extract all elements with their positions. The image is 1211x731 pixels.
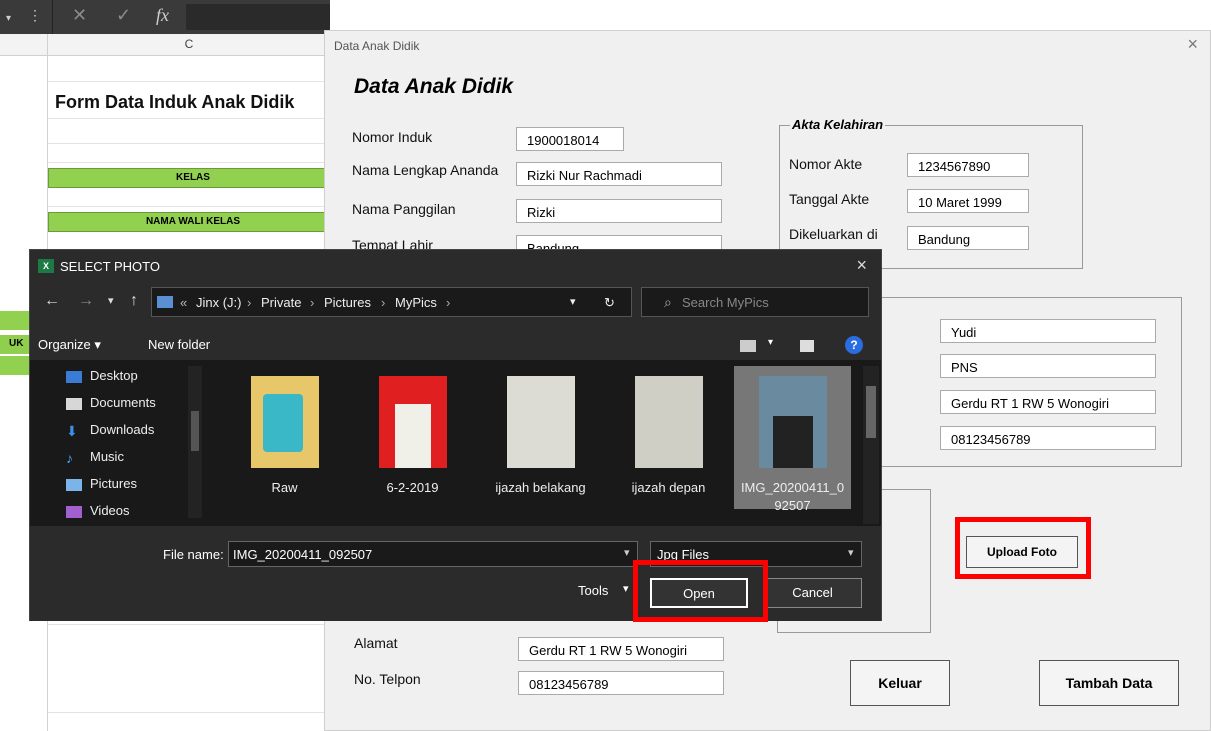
nomor-akte-field[interactable]: 1234567890 xyxy=(907,153,1029,177)
address-bar[interactable]: « Jinx (J:) › Private › Pictures › MyPic… xyxy=(151,287,632,317)
userform-heading: Data Anak Didik xyxy=(354,75,514,98)
help-icon[interactable]: ? xyxy=(845,336,863,354)
nav-downloads[interactable]: ⬇ Downloads xyxy=(66,422,154,438)
up-icon[interactable]: ↑ xyxy=(130,292,138,310)
dikeluarkan-di-field[interactable]: Bandung xyxy=(907,226,1029,250)
tanggal-akte-label: Tanggal Akte xyxy=(789,191,870,207)
kelas-cell[interactable]: KELAS xyxy=(48,168,338,188)
search-icon: ⌕ xyxy=(664,294,672,310)
nomor-induk-field[interactable]: 1900018014 xyxy=(516,127,624,151)
address-dropdown-icon[interactable]: ▾ xyxy=(570,295,576,308)
telpon-label: No. Telpon xyxy=(354,671,421,687)
new-folder-button[interactable]: New folder xyxy=(148,337,210,352)
filter-dropdown-icon[interactable]: ▾ xyxy=(848,546,854,559)
dialog-toolbar: Organize ▾ New folder ▾ ? xyxy=(30,330,881,360)
alamat-field[interactable]: Gerdu RT 1 RW 5 Wonogiri xyxy=(518,637,724,661)
nav-videos[interactable]: Videos xyxy=(66,503,130,518)
tambah-data-button[interactable]: Tambah Data xyxy=(1039,660,1179,706)
dikeluarkan-di-label: Dikeluarkan di xyxy=(789,226,878,242)
telpon-field[interactable]: 08123456789 xyxy=(518,671,724,695)
more-icon: ⋮ xyxy=(28,7,42,23)
file-tile-img-selected[interactable]: IMG_20200411_0 92507 xyxy=(734,366,851,513)
photo-thumbnail xyxy=(759,376,827,468)
parent-address-field[interactable]: Gerdu RT 1 RW 5 Wonogiri xyxy=(940,390,1156,414)
breadcrumb-overflow[interactable]: « xyxy=(180,295,187,310)
nama-panggilan-label: Nama Panggilan xyxy=(352,201,456,217)
view-icon[interactable] xyxy=(740,340,756,352)
breadcrumb-pictures[interactable]: Pictures xyxy=(324,295,371,310)
alamat-label: Alamat xyxy=(354,635,398,651)
back-icon[interactable]: ← xyxy=(44,292,60,310)
nav-pictures[interactable]: Pictures xyxy=(66,476,137,491)
cancel-button[interactable]: Cancel xyxy=(763,578,862,608)
file-name-dropdown-icon[interactable]: ▾ xyxy=(624,546,630,559)
forward-icon[interactable]: → xyxy=(78,292,94,310)
keluar-button[interactable]: Keluar xyxy=(850,660,950,706)
folder-icon xyxy=(251,376,319,468)
document-thumbnail xyxy=(635,376,703,468)
nav-scrollbar[interactable] xyxy=(188,366,202,518)
file-tile-raw[interactable]: Raw xyxy=(226,366,343,509)
file-tile-ijazah-depan[interactable]: ijazah depan xyxy=(610,366,727,509)
breadcrumb-mypics[interactable]: MyPics xyxy=(395,295,437,310)
file-tile-6-2-2019[interactable]: 6-2-2019 xyxy=(354,366,471,509)
refresh-icon[interactable]: ↻ xyxy=(604,295,615,311)
file-name-input[interactable]: IMG_20200411_092507 xyxy=(228,541,638,567)
tools-menu[interactable]: Tools xyxy=(578,583,608,598)
nav-desktop[interactable]: Desktop xyxy=(66,368,138,383)
formula-input[interactable] xyxy=(186,4,330,30)
nomor-akte-label: Nomor Akte xyxy=(789,156,863,172)
upload-foto-button[interactable]: Upload Foto xyxy=(966,536,1078,568)
view-dropdown-icon[interactable]: ▾ xyxy=(768,337,773,348)
file-name-label: File name: xyxy=(163,547,224,562)
organize-menu[interactable]: Organize ▾ xyxy=(38,337,101,353)
breadcrumb-drive[interactable]: Jinx (J:) xyxy=(196,295,242,310)
tanggal-akte-field[interactable]: 10 Maret 1999 xyxy=(907,189,1029,213)
formula-bar: ▾ ⋮ ✕ ✓ fx xyxy=(0,0,330,34)
folder-icon xyxy=(157,296,173,308)
nama-panggilan-field[interactable]: Rizki xyxy=(516,199,722,223)
preview-pane-icon[interactable] xyxy=(800,340,814,352)
dialog-close-icon[interactable]: × xyxy=(856,255,867,276)
enter-icon[interactable]: ✓ xyxy=(116,4,131,26)
column-header: C xyxy=(0,34,330,56)
wali-kelas-cell[interactable]: NAMA WALI KELAS xyxy=(48,212,338,232)
nama-lengkap-field[interactable]: Rizki Nur Rachmadi xyxy=(516,162,722,186)
userform-title: Data Anak Didik xyxy=(334,39,420,53)
nama-lengkap-label: Nama Lengkap Ananda xyxy=(352,162,499,178)
green-row xyxy=(0,356,29,375)
cancel-icon[interactable]: ✕ xyxy=(72,4,87,26)
photo-thumbnail xyxy=(379,376,447,468)
files-scrollbar[interactable] xyxy=(863,366,879,524)
fx-icon[interactable]: fx xyxy=(156,4,169,26)
highlight-open xyxy=(633,560,768,622)
excel-icon: X xyxy=(38,259,54,273)
tools-dropdown-icon[interactable]: ▾ xyxy=(623,582,629,595)
column-c-label[interactable]: C xyxy=(48,37,330,51)
row-label-uk: UK xyxy=(9,338,24,349)
akta-kelahiran-caption: Akta Kelahiran xyxy=(790,117,886,132)
nomor-induk-label: Nomor Induk xyxy=(352,129,433,145)
document-thumbnail xyxy=(507,376,575,468)
userform-close-icon[interactable]: × xyxy=(1187,34,1198,55)
dropdown-arrow-icon[interactable]: ▾ xyxy=(6,8,11,30)
nav-music[interactable]: ♪ Music xyxy=(66,449,124,465)
sheet-title: Form Data Induk Anak Didik xyxy=(55,92,295,112)
breadcrumb-private[interactable]: Private xyxy=(261,295,301,310)
parent-name-field[interactable]: Yudi xyxy=(940,319,1156,343)
file-tile-ijazah-belakang[interactable]: ijazah belakang xyxy=(482,366,599,509)
parent-job-field[interactable]: PNS xyxy=(940,354,1156,378)
search-input[interactable]: Search MyPics xyxy=(641,287,869,317)
recent-locations-icon[interactable]: ▾ xyxy=(108,294,114,307)
nav-documents[interactable]: Documents xyxy=(66,395,156,410)
green-row xyxy=(0,311,29,330)
parent-phone-field[interactable]: 08123456789 xyxy=(940,426,1156,450)
dialog-title: SELECT PHOTO xyxy=(60,259,160,274)
